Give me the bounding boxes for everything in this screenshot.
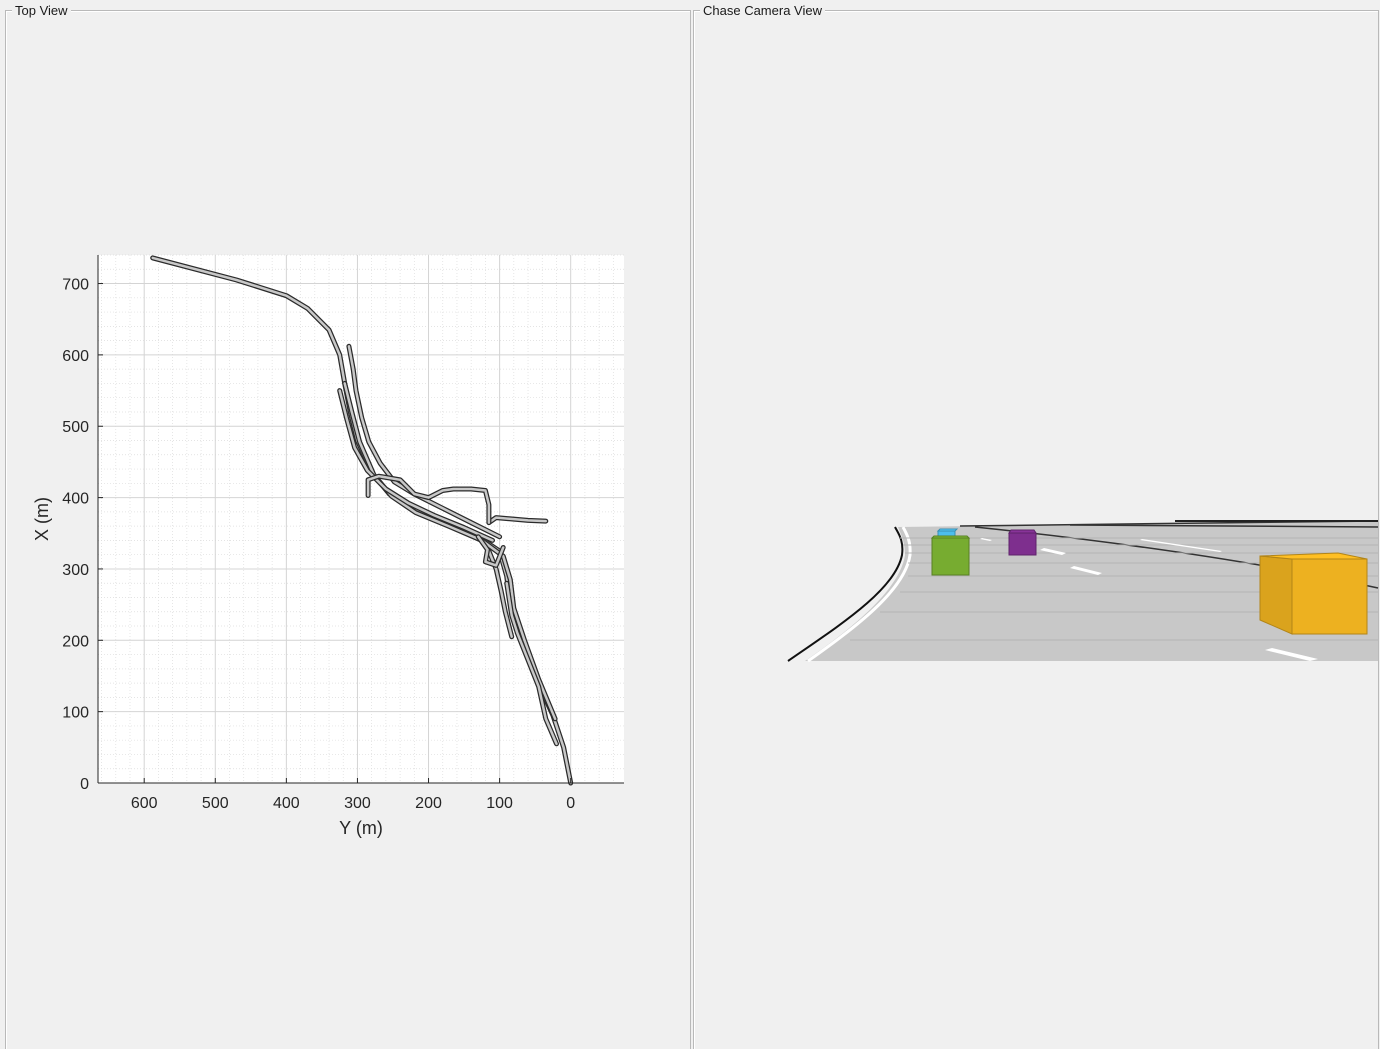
y-tick-label: 0	[80, 776, 89, 793]
y-tick-label: 400	[62, 491, 89, 508]
chase-camera-view-title: Chase Camera View	[700, 3, 825, 18]
x-axis-label: Y (m)	[339, 818, 383, 838]
x-tick-label: 0	[566, 795, 575, 812]
x-tick-label: 400	[273, 795, 300, 812]
y-tick-label: 300	[62, 562, 89, 579]
x-tick-label: 600	[131, 795, 158, 812]
y-tick-label: 100	[62, 705, 89, 722]
chase-camera-view-panel: Chase Camera View	[693, 3, 1379, 1049]
y-tick-label: 600	[62, 348, 89, 365]
y-tick-label: 700	[62, 277, 89, 294]
x-tick-label: 100	[486, 795, 513, 812]
y-tick-label: 500	[62, 419, 89, 436]
x-tick-label: 300	[344, 795, 371, 812]
y-axis-label: X (m)	[32, 497, 52, 541]
x-tick-label: 500	[202, 795, 229, 812]
top-view-plot[interactable]: 600 500 400 300 200 100 0 0 100 200 300 400 500 600 70…	[0, 0, 690, 1049]
y-tick-label: 200	[62, 633, 89, 650]
x-tick-label: 200	[415, 795, 442, 812]
